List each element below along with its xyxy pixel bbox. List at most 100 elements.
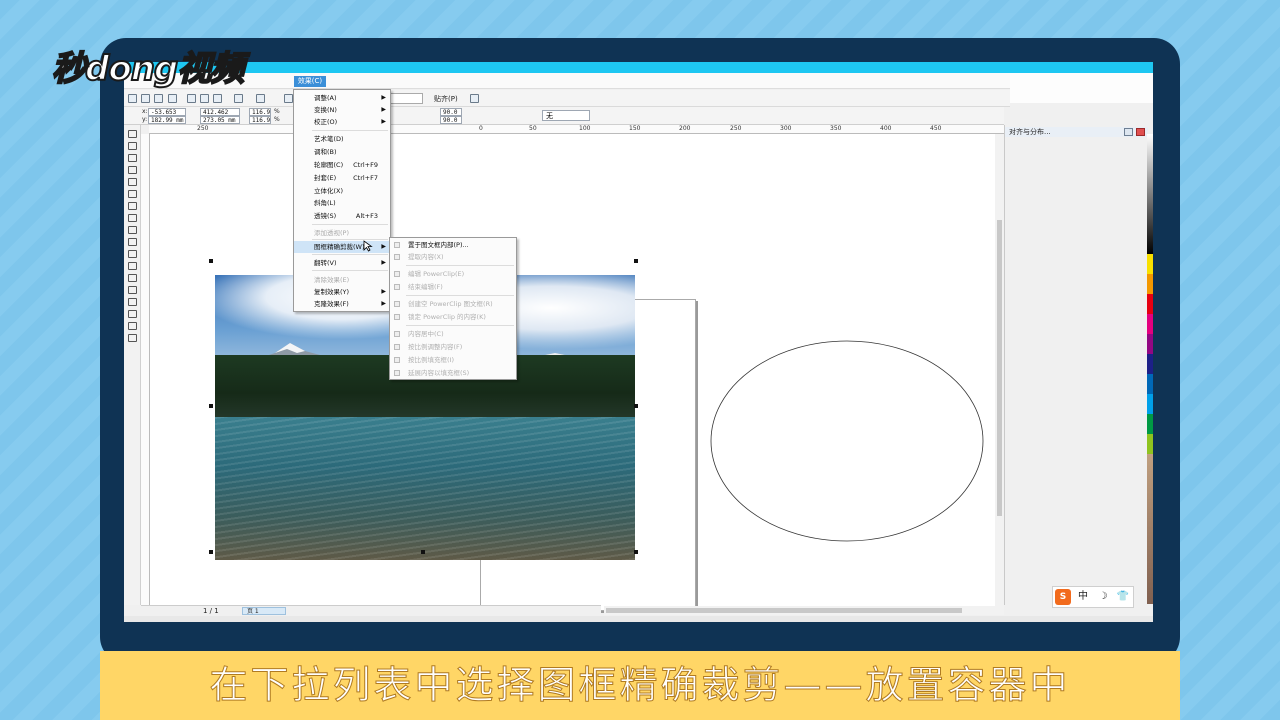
submenu-place-inside-frame[interactable]: 置于图文框内部(P)... [390,239,516,251]
blend-tool-icon[interactable] [127,285,137,294]
x-position-field[interactable]: -53.653 mm [148,108,186,123]
height-field[interactable]: 273.05 mm [200,116,240,124]
open-icon[interactable] [141,94,150,103]
eyedropper-tool-icon[interactable] [127,297,137,306]
zoom-dropdown[interactable] [388,93,423,104]
zoom-tool-icon[interactable] [127,165,137,174]
rectangle-tool-icon[interactable] [127,201,137,210]
subtitle-caption: 在下拉列表中选择图框精确裁剪——放置容器中 [100,651,1180,720]
crop-tool-icon[interactable] [127,153,137,162]
menu-item-extrude[interactable]: 立体化(X) [294,185,390,197]
interactive-fill-icon[interactable] [127,333,137,342]
vertical-scroll-thumb[interactable] [997,220,1002,516]
menu-item-transform[interactable]: 变换(N) ▶ [294,104,390,116]
menu-item-clone-effect[interactable]: 克隆效果(F) ▶ [294,298,390,310]
ime-language-toggle[interactable]: 中 [1075,589,1091,605]
submenu-extract-contents: 提取内容(X) [390,251,516,263]
menu-item-add-perspective: 添加透视(P) [314,229,349,237]
docker-expand-icon[interactable] [1124,128,1133,136]
freehand-tool-icon[interactable] [127,177,137,186]
shirt-icon[interactable]: 👕 [1115,589,1131,605]
submenu-lock-contents: 锁定 PowerClip 的内容(K) [390,311,516,323]
menu-item-copy-effect[interactable]: 复制效果(Y) ▶ [294,286,390,298]
print-icon[interactable] [168,94,177,103]
horizontal-scrollbar[interactable] [604,606,1004,615]
selection-handle[interactable] [634,404,638,408]
ruler-tick: 100 [579,125,591,132]
submenu-fit-contents: 按比例调整内容(F) [390,341,516,353]
app-window: 名 - 1] 效果(C) 贴齐(P) x: -53.653 mm y: 182.… [124,62,1153,622]
cut-icon[interactable] [187,94,196,103]
horizontal-scroll-thumb[interactable] [606,608,962,613]
selection-handle[interactable] [209,550,213,554]
scale-y-field[interactable]: 116.9 [249,116,271,124]
subtitle-text: 在下拉列表中选择图框精确裁剪——放置容器中 [209,663,1071,708]
dimension-tool-icon[interactable] [127,261,137,270]
docker-close-icon[interactable] [1136,128,1145,136]
align-distribute-docker: 对齐与分布... [1004,125,1148,605]
percent-y-label: % [274,116,280,123]
menu-bar [124,73,1010,89]
vertical-scrollbar[interactable] [995,134,1004,606]
menu-effects[interactable]: 效果(C) [294,76,326,87]
color-palette[interactable] [1147,134,1153,604]
ruler-tick: 250 [197,125,209,132]
ellipse-object[interactable] [710,339,986,544]
menu-item-envelope[interactable]: 封套(E) Ctrl+F7 [294,172,390,184]
start-angle-field[interactable]: 90.0 [440,108,462,116]
fill-tool-icon[interactable] [127,321,137,330]
save-icon[interactable] [154,94,163,103]
selection-handle[interactable] [421,550,425,554]
end-angle-field[interactable]: 90.0 [440,116,462,124]
title-bar: 名 - 1] [124,62,1153,73]
selection-handle[interactable] [634,259,638,263]
text-tool-icon[interactable] [127,237,137,246]
width-field[interactable]: 412.462 mm [200,108,240,123]
selection-handle[interactable] [209,259,213,263]
sogou-logo-icon[interactable]: S [1055,589,1071,605]
drawing-canvas[interactable] [150,134,997,611]
submenu-finish-editing: 结束编辑(F) [390,281,516,293]
menu-item-artistic-media[interactable]: 艺术笔(D) [294,133,390,145]
menu-item-adjust[interactable]: 调整(A) ▶ [294,92,390,104]
fill-dropdown[interactable]: 无 [542,110,590,121]
redo-icon[interactable] [256,94,265,103]
paste-icon[interactable] [213,94,222,103]
scale-x-field[interactable]: 116.9 [249,108,271,116]
new-document-icon[interactable] [128,94,137,103]
polygon-tool-icon[interactable] [127,225,137,234]
standard-toolbar: 贴齐(P) [124,90,1010,107]
menu-item-contour[interactable]: 轮廓图(C) Ctrl+F9 [294,159,390,171]
menu-item-powerclip[interactable]: 图框精确剪裁(W) ▶ [294,241,390,253]
ellipse-tool-icon[interactable] [127,213,137,222]
snap-to-dropdown[interactable]: 贴齐(P) [434,94,458,104]
menu-item-blend[interactable]: 调和(B) [294,146,390,158]
import-icon[interactable] [284,94,293,103]
outline-tool-icon[interactable] [127,309,137,318]
photo-water [215,417,635,560]
y-position-field[interactable]: 182.99 mm [148,116,186,124]
table-tool-icon[interactable] [127,249,137,258]
smart-fill-icon[interactable] [127,189,137,198]
moon-icon[interactable]: ☽ [1095,589,1111,605]
undo-icon[interactable] [234,94,243,103]
page-tab[interactable]: 页 1 [242,607,286,615]
toolbox [124,125,141,605]
options-icon[interactable] [470,94,479,103]
menu-item-bevel[interactable]: 斜角(L) [294,197,390,209]
shape-tool-icon[interactable] [127,141,137,150]
copy-icon[interactable] [200,94,209,103]
submenu-center-contents: 内容居中(C) [390,328,516,340]
top-right-area [1010,73,1153,103]
pick-tool-icon[interactable] [127,129,137,138]
menu-item-lens[interactable]: 透镜(S) Alt+F3 [294,210,390,222]
vertical-ruler [141,134,150,606]
selection-handle[interactable] [209,404,213,408]
menu-item-flip[interactable]: 翻转(V) ▶ [294,257,390,269]
ruler-tick: 0 [479,125,483,132]
connector-tool-icon[interactable] [127,273,137,282]
menu-item-correct[interactable]: 校正(O) ▶ [294,116,390,128]
effects-menu: 调整(A) ▶ 变换(N) ▶ 校正(O) ▶ 艺术笔(D) 调和(B) 轮廓图(C)… [293,89,391,312]
selection-handle[interactable] [634,550,638,554]
status-bar [124,616,1153,622]
